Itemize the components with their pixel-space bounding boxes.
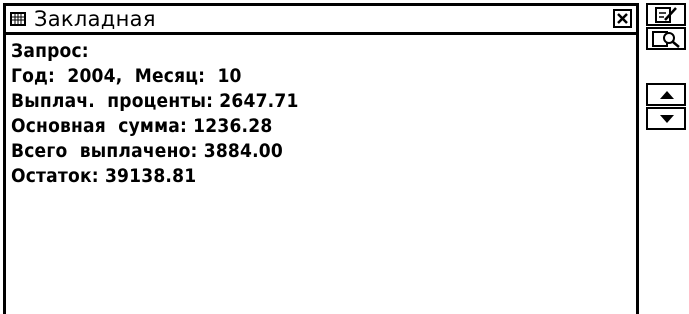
- close-icon: [617, 13, 628, 24]
- principal-line: Основная сумма: 1236.28: [11, 115, 273, 137]
- window-title: Закладная: [34, 7, 156, 31]
- year-month-line: Год: 2004, Месяц: 10: [11, 65, 242, 87]
- arrow-up-icon: [660, 91, 674, 99]
- query-label: Запрос:: [11, 40, 89, 62]
- total-paid-line: Всего выплачено: 3884.00: [11, 140, 283, 162]
- grid-icon: [10, 12, 26, 26]
- scroll-down-button[interactable]: [646, 107, 686, 130]
- balance-line: Остаток: 39138.81: [11, 165, 197, 187]
- search-button[interactable]: [646, 27, 686, 50]
- search-icon: [652, 31, 680, 48]
- interest-paid-line: Выплач. проценты: 2647.71: [11, 90, 299, 112]
- edit-icon: [655, 7, 677, 23]
- title-bar: Закладная: [6, 6, 636, 35]
- scroll-up-button[interactable]: [646, 83, 686, 106]
- arrow-down-icon: [660, 115, 674, 123]
- edit-button[interactable]: [646, 3, 686, 26]
- result-text: Запрос: Год: 2004, Месяц: 10 Выплач. про…: [11, 39, 630, 189]
- mortgage-window: Закладная Запрос: Год: 2004, Месяц: 10 В…: [3, 3, 639, 314]
- side-toolbar: [643, 3, 689, 314]
- close-button[interactable]: [613, 9, 632, 28]
